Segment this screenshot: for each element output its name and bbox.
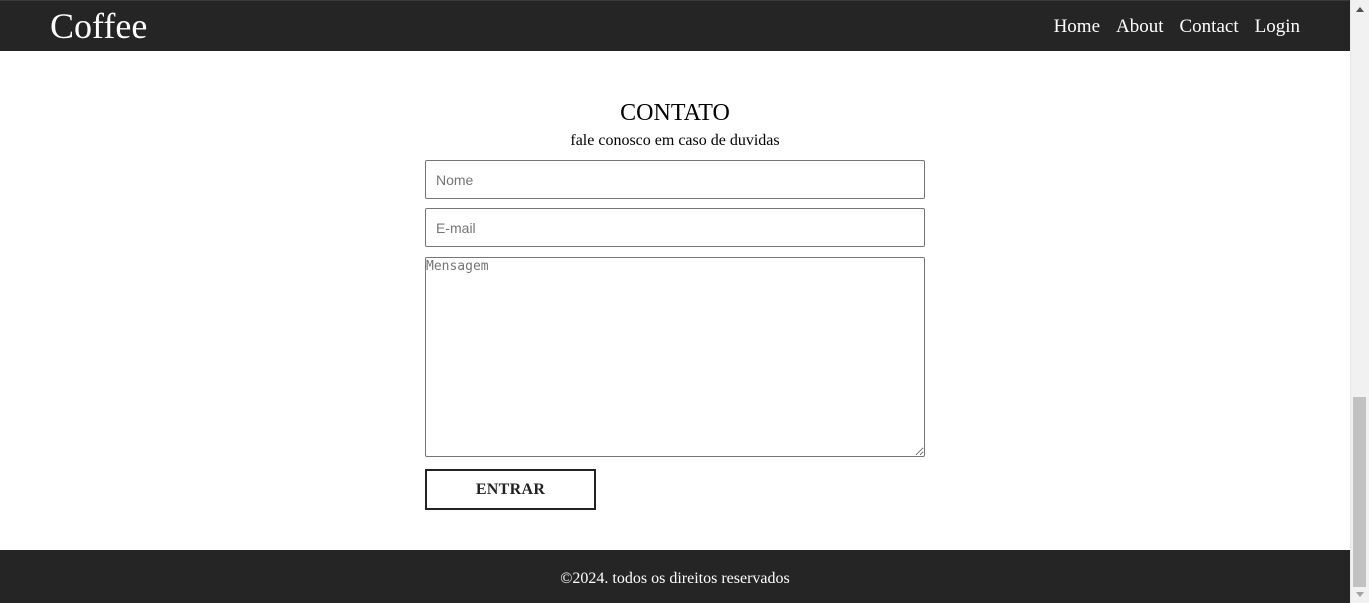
arrow-up-icon [1356, 6, 1364, 12]
footer-copyright: ©2024. todos os direitos reservados [560, 570, 790, 587]
message-textarea[interactable] [425, 257, 925, 457]
nav-link-contact[interactable]: Contact [1180, 15, 1239, 39]
name-input[interactable] [425, 160, 925, 199]
submit-button[interactable]: ENTRAR [425, 469, 596, 510]
contact-section: CONTATO fale conosco em caso de duvidas … [425, 98, 925, 510]
contact-title: CONTATO [620, 100, 730, 126]
top-navbar: Coffee Home About Contact Login [0, 0, 1350, 51]
scroll-up-button[interactable] [1351, 2, 1369, 16]
contact-subtitle: fale conosco em caso de duvidas [570, 132, 780, 149]
footer: ©2024. todos os direitos reservados [0, 550, 1350, 603]
scrollbar-thumb[interactable] [1353, 397, 1366, 587]
viewport: Coffee Home About Contact Login CONTATO … [0, 0, 1350, 603]
arrow-down-icon [1356, 591, 1364, 597]
nav-link-home[interactable]: Home [1054, 15, 1100, 39]
brand-logo[interactable]: Coffee [50, 5, 147, 47]
email-input[interactable] [425, 208, 925, 247]
scroll-down-button[interactable] [1351, 587, 1369, 601]
vertical-scrollbar[interactable] [1350, 0, 1369, 603]
page: Coffee Home About Contact Login CONTATO … [0, 0, 1369, 603]
main-nav: Home About Contact Login [1054, 15, 1300, 39]
nav-link-login[interactable]: Login [1255, 15, 1300, 39]
nav-link-about[interactable]: About [1116, 15, 1164, 39]
